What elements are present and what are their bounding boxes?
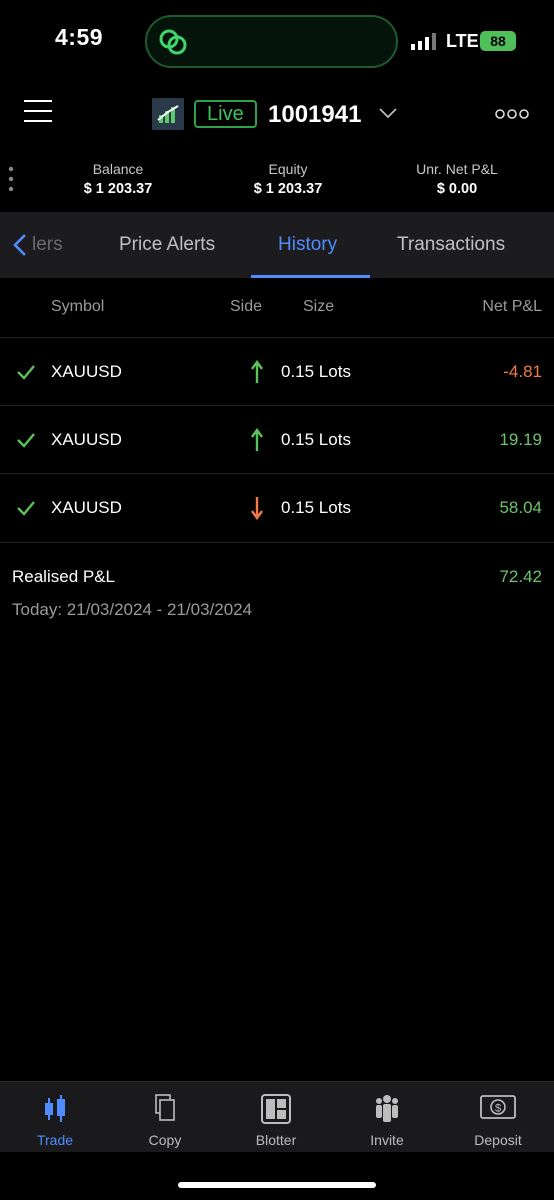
unrealized-pnl-summary: Unr. Net P&L $ 0.00 xyxy=(382,161,532,197)
people-icon xyxy=(376,1095,398,1122)
tab-history[interactable]: History xyxy=(278,212,337,278)
row-net-pnl: -4.81 xyxy=(503,362,542,381)
nav-copy[interactable]: Copy xyxy=(110,1082,220,1152)
nav-trade[interactable]: Trade xyxy=(0,1082,110,1152)
nav-invite[interactable]: Invite xyxy=(332,1082,442,1152)
arrow-up-icon xyxy=(251,428,263,451)
row-symbol: XAUUSD xyxy=(51,362,122,381)
dynamic-island xyxy=(145,15,398,68)
check-icon xyxy=(17,501,35,516)
balance-label: Balance xyxy=(92,161,144,177)
row-symbol: XAUUSD xyxy=(51,430,122,449)
signal-icon xyxy=(411,33,436,50)
tab-bar: Price Alerts History Transactions xyxy=(0,212,554,278)
live-badge[interactable]: Live xyxy=(194,100,257,128)
divider xyxy=(0,542,554,543)
nav-copy-label: Copy xyxy=(148,1132,182,1148)
row-size: 0.15 Lots xyxy=(281,362,351,381)
col-net-pnl: Net P&L xyxy=(482,298,542,315)
status-time: 4:59 xyxy=(55,24,104,50)
row-size: 0.15 Lots xyxy=(281,430,351,449)
col-side: Side xyxy=(230,298,263,315)
drag-handle-icon[interactable] xyxy=(8,166,14,192)
date-range: Today: 21/03/2024 - 21/03/2024 xyxy=(12,600,253,619)
candlestick-icon xyxy=(45,1095,65,1122)
home-indicator[interactable] xyxy=(178,1182,376,1188)
chevron-down-icon[interactable] xyxy=(378,106,398,120)
link-rings-icon xyxy=(159,29,187,55)
realised-pnl-label: Realised P&L xyxy=(12,567,116,586)
tab-price-alerts[interactable]: Price Alerts xyxy=(119,212,215,278)
blotter-icon xyxy=(261,1094,291,1124)
arrow-up-icon xyxy=(251,360,263,383)
balance-value: $ 1 203.37 xyxy=(83,181,153,197)
table-row[interactable]: XAUUSD 0.15 Lots 19.19 xyxy=(0,406,554,474)
battery-level: 88 xyxy=(490,33,506,49)
nav-deposit-label: Deposit xyxy=(474,1132,522,1148)
nav-deposit[interactable]: $ Deposit xyxy=(443,1082,553,1152)
svg-text:$: $ xyxy=(495,1103,501,1115)
row-net-pnl: 19.19 xyxy=(499,430,542,449)
realised-pnl-value: 72.42 xyxy=(499,567,542,586)
balance-summary: Balance $ 1 203.37 xyxy=(43,161,193,197)
active-tab-indicator xyxy=(251,275,370,278)
dollar-icon: $ xyxy=(480,1095,516,1119)
equity-value: $ 1 203.37 xyxy=(253,181,323,197)
equity-label: Equity xyxy=(268,161,308,177)
unrealized-pnl-value: $ 0.00 xyxy=(436,181,478,197)
equity-summary: Equity $ 1 203.37 xyxy=(213,161,363,197)
hamburger-menu-icon[interactable] xyxy=(24,100,52,124)
arrow-down-icon xyxy=(251,497,263,520)
bottom-nav: Trade Copy Blotter Invite $ Deposit xyxy=(0,1081,554,1152)
table-row[interactable]: XAUUSD 0.15 Lots 58.04 xyxy=(0,474,554,542)
check-icon xyxy=(17,433,35,448)
nav-invite-label: Invite xyxy=(370,1132,404,1148)
nav-blotter-label: Blotter xyxy=(255,1132,297,1148)
col-symbol: Symbol xyxy=(51,298,105,315)
check-icon xyxy=(17,365,35,380)
copy-icon xyxy=(155,1094,175,1121)
row-net-pnl: 58.04 xyxy=(499,498,542,517)
tab-transactions[interactable]: Transactions xyxy=(397,212,505,278)
table-row[interactable]: XAUUSD 0.15 Lots -4.81 xyxy=(0,338,554,406)
more-options-icon[interactable] xyxy=(495,108,529,120)
row-symbol: XAUUSD xyxy=(51,498,122,517)
row-size: 0.15 Lots xyxy=(281,498,351,517)
tab-partial[interactable]: lers xyxy=(32,212,63,278)
battery-icon: 88 xyxy=(480,31,516,51)
broker-logo xyxy=(152,98,184,130)
col-size: Size xyxy=(303,298,335,315)
account-number[interactable]: 1001941 xyxy=(268,101,361,129)
nav-trade-label: Trade xyxy=(36,1132,74,1148)
chevron-left-icon[interactable] xyxy=(12,233,28,257)
network-type: LTE xyxy=(446,31,479,51)
unrealized-pnl-label: Unr. Net P&L xyxy=(416,161,498,177)
nav-blotter[interactable]: Blotter xyxy=(221,1082,331,1152)
